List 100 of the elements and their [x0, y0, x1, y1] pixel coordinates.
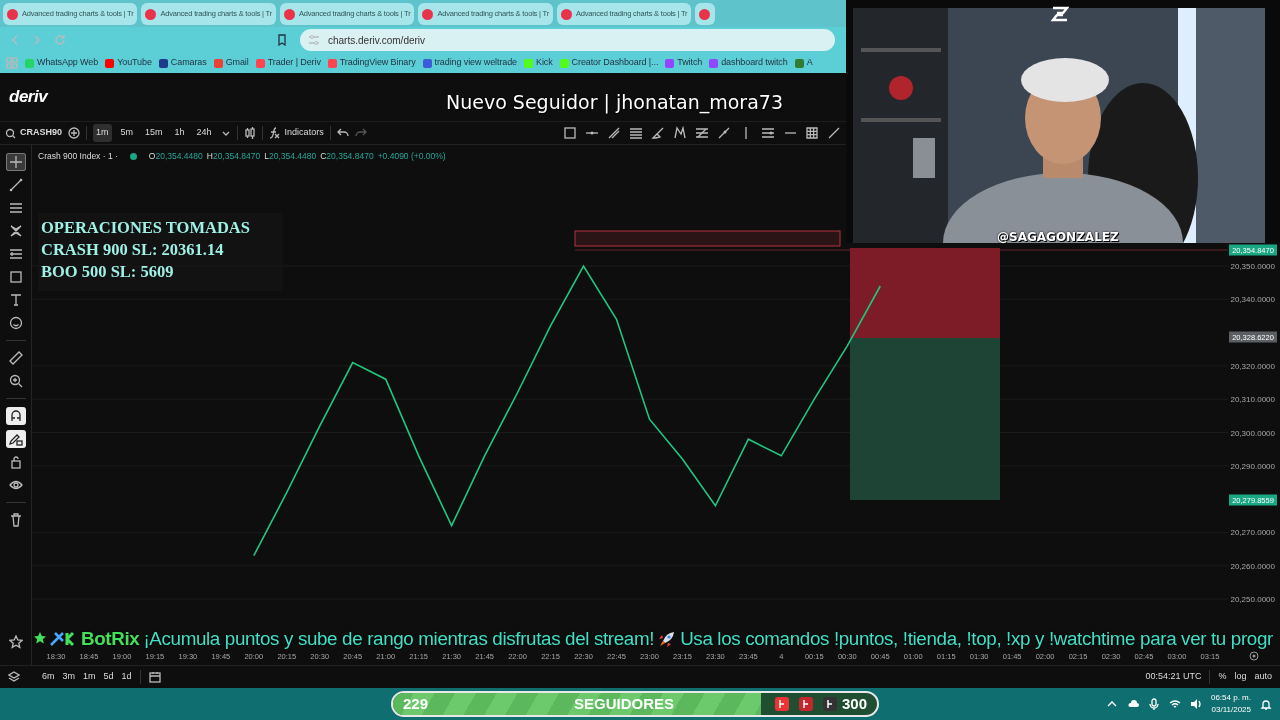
notification-icon[interactable]: [1260, 698, 1272, 710]
browser-tab[interactable]: [695, 3, 716, 25]
ohlc-value: L20,354.4480: [264, 150, 317, 163]
utc-clock: 00:54:21 UTC: [1145, 670, 1202, 684]
parallel-lines-icon[interactable]: [606, 126, 621, 140]
price-tick-label: 20,290.0000: [1230, 461, 1275, 471]
crosshair-tool[interactable]: [5, 153, 26, 171]
add-icon[interactable]: [68, 127, 80, 139]
interval-tab[interactable]: 1m: [93, 124, 112, 142]
microphone-icon[interactable]: [1147, 698, 1160, 710]
logo-icon: [1050, 4, 1070, 24]
trend-line-icon[interactable]: [716, 126, 731, 140]
ohlc-value: H20,354.8470: [206, 150, 261, 163]
legend-title: Crash 900 Index · 1 ·: [38, 150, 118, 163]
interval-tab[interactable]: 1h: [171, 124, 188, 142]
bot-badges-icon: [33, 631, 77, 648]
pattern-icon: [8, 224, 23, 238]
ruler-icon: [8, 351, 23, 365]
scale-option[interactable]: %: [1218, 670, 1227, 684]
bookmark[interactable]: dashboard twitch: [709, 56, 788, 70]
price-tick-label: 20,310.0000: [1230, 395, 1275, 405]
rocket-icon: [658, 630, 677, 649]
bookmark[interactable]: Gmail: [213, 56, 249, 70]
note-text: CRASH 900 SL: 20361.14: [41, 239, 225, 261]
line-icon[interactable]: [826, 126, 841, 140]
fibonacci-icon[interactable]: [694, 126, 709, 140]
speaker-icon[interactable]: [1189, 698, 1202, 710]
site-settings-icon: [308, 34, 320, 46]
goal-current: 229: [403, 693, 429, 714]
pattern-icon[interactable]: [672, 126, 687, 140]
cloud-icon[interactable]: [1126, 698, 1139, 710]
status-dot: [129, 152, 137, 160]
symbol-search[interactable]: CRASH90: [5, 126, 62, 140]
address-field[interactable]: charts.deriv.com/deriv: [300, 29, 835, 51]
indicators-button[interactable]: Indicators: [268, 126, 324, 140]
goal-label: SEGUIDORES: [574, 693, 675, 714]
text-tool-icon: [8, 293, 23, 307]
price-tick-label: 20,270.0000: [1230, 528, 1275, 538]
follower-alert-text: Nuevo Seguidor | jhonatan_mora73: [446, 90, 783, 116]
interval-tab[interactable]: 24h: [193, 124, 215, 142]
grid-icon[interactable]: [804, 126, 819, 140]
horizontal-lines-icon[interactable]: [628, 126, 643, 140]
price-change: +0.4090 (+0.00%): [377, 150, 446, 163]
interval-tab[interactable]: 5m: [117, 124, 137, 142]
bookmark-icon[interactable]: [276, 34, 288, 46]
banner-text: ¡Acumula puntos y sube de rango mientras disfrutas del stream!: [143, 627, 655, 651]
fibonacci-icon: [8, 247, 23, 261]
range-button[interactable]: 6m: [42, 670, 55, 684]
pencil-lock-icon: [8, 432, 23, 446]
streamer-handle: @SAGAGONZALEZ: [997, 229, 1119, 246]
taskbar-clock[interactable]: 06:54 p. m. 03/11/2025: [1210, 692, 1251, 716]
range-button[interactable]: 3m: [62, 670, 76, 684]
bookmark[interactable]: TradingView Binary: [327, 56, 416, 70]
range-button[interactable]: 1d: [121, 670, 132, 684]
ohlc-value: O20,354.4480: [148, 150, 203, 163]
candles-icon[interactable]: [243, 127, 256, 139]
scale-option[interactable]: auto: [1254, 670, 1272, 684]
banner-text: Usa los comandos !puntos, !tienda, !top, !xp y !watchtime para ver tu progr: [680, 627, 1273, 651]
trend-line-icon: [8, 178, 23, 192]
rectangle-icon: [8, 270, 23, 284]
ohlc-value: C20,354.8470: [320, 150, 374, 163]
bookmark[interactable]: Camaras: [158, 56, 207, 70]
pencil-lock-tool[interactable]: [5, 430, 26, 448]
price-tick-label: 20,260.0000: [1230, 561, 1275, 571]
price-tick-label: 20,250.0000: [1230, 595, 1275, 604]
rectangle-icon[interactable]: [562, 126, 577, 140]
settings-icon[interactable]: [1249, 651, 1259, 661]
undo-icon[interactable]: [336, 127, 349, 139]
channel-icon[interactable]: [760, 126, 775, 140]
bookmark[interactable]: Kick: [524, 56, 553, 70]
bookmark[interactable]: WhatsApp Web: [25, 56, 99, 70]
zoom-in-icon: [8, 374, 23, 388]
bookmark[interactable]: Trader | Deriv: [255, 56, 321, 70]
scale-option[interactable]: log: [1234, 670, 1247, 684]
bookmark[interactable]: Creator Dashboard |...: [559, 56, 659, 70]
search-icon: [5, 127, 16, 139]
lock-icon: [8, 455, 23, 469]
magnet-tool[interactable]: [5, 407, 26, 425]
bookmark[interactable]: A: [794, 56, 813, 70]
magnet-icon: [8, 409, 23, 423]
date-range-icon[interactable]: [148, 671, 161, 683]
deriv-logo[interactable]: deriv: [9, 84, 48, 110]
function-icon: [268, 127, 281, 139]
wifi-icon[interactable]: [1168, 698, 1181, 710]
price-tick-label: 20,340.0000: [1230, 295, 1275, 305]
range-button[interactable]: 1m: [83, 670, 96, 684]
bot-name: BotRix: [81, 627, 140, 651]
goal-target: 300: [841, 693, 867, 714]
range-button[interactable]: 5d: [103, 670, 114, 684]
price-tick-label: 20,350.0000: [1230, 262, 1275, 271]
bookmark[interactable]: trading view weltrade: [422, 56, 517, 70]
layers-icon[interactable]: [8, 671, 20, 683]
brush-icon[interactable]: [650, 126, 665, 140]
interval-tab[interactable]: 15m: [142, 124, 166, 142]
crosshair-icon: [8, 155, 23, 169]
bookmark[interactable]: Twitch: [665, 56, 703, 70]
price-tick-label: 20,320.0000: [1230, 361, 1275, 371]
bookmark[interactable]: YouTube: [105, 56, 152, 70]
redo-icon[interactable]: [354, 127, 367, 139]
horizontal-lines-icon: [8, 201, 23, 215]
